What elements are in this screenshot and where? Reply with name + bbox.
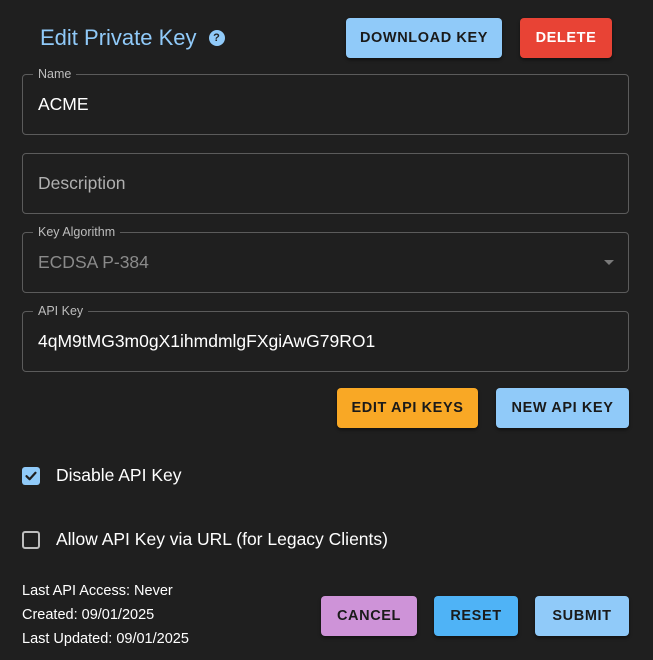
edit-api-keys-button[interactable]: EDIT API KEYS [337,388,478,428]
cancel-button[interactable]: CANCEL [321,596,417,636]
created-date: Created: 09/01/2025 [22,607,155,623]
name-field-value: ACME [38,94,89,114]
api-key-value: 4qM9tMG3m0gX1ihmdmlgFXgiAwG79RO1 [38,331,376,351]
disable-api-key-checkbox[interactable] [22,466,40,485]
allow-url-checkbox[interactable] [22,530,40,549]
new-api-key-button[interactable]: NEW API KEY [496,388,629,428]
key-algorithm-select: Key Algorithm ECDSA P-384 [22,225,629,293]
delete-button[interactable]: DELETE [520,18,612,58]
reset-button[interactable]: RESET [434,596,518,636]
page-title: Edit Private Key [40,25,197,50]
checkmark-icon [25,471,37,480]
last-api-access: Last API Access: Never [22,583,173,599]
page-title-row: Edit Private Key ? [40,22,225,54]
key-algorithm-value: ECDSA P-384 [38,252,149,272]
name-field[interactable]: Name ACME [22,67,629,135]
allow-url-option[interactable]: Allow API Key via URL (for Legacy Client… [22,529,388,550]
help-icon[interactable]: ? [208,30,225,46]
chevron-down-icon [604,260,614,265]
submit-button[interactable]: SUBMIT [535,596,629,636]
disable-api-key-label: Disable API Key [56,465,182,485]
last-updated-date: Last Updated: 09/01/2025 [22,631,189,647]
description-placeholder: Description [38,173,126,193]
disable-api-key-option[interactable]: Disable API Key [22,465,181,486]
api-key-field[interactable]: API Key 4qM9tMG3m0gX1ihmdmlgFXgiAwG79RO1 [22,304,629,372]
description-field[interactable]: Description [22,153,629,214]
download-key-button[interactable]: DOWNLOAD KEY [346,18,502,58]
allow-url-label: Allow API Key via URL (for Legacy Client… [56,529,388,549]
